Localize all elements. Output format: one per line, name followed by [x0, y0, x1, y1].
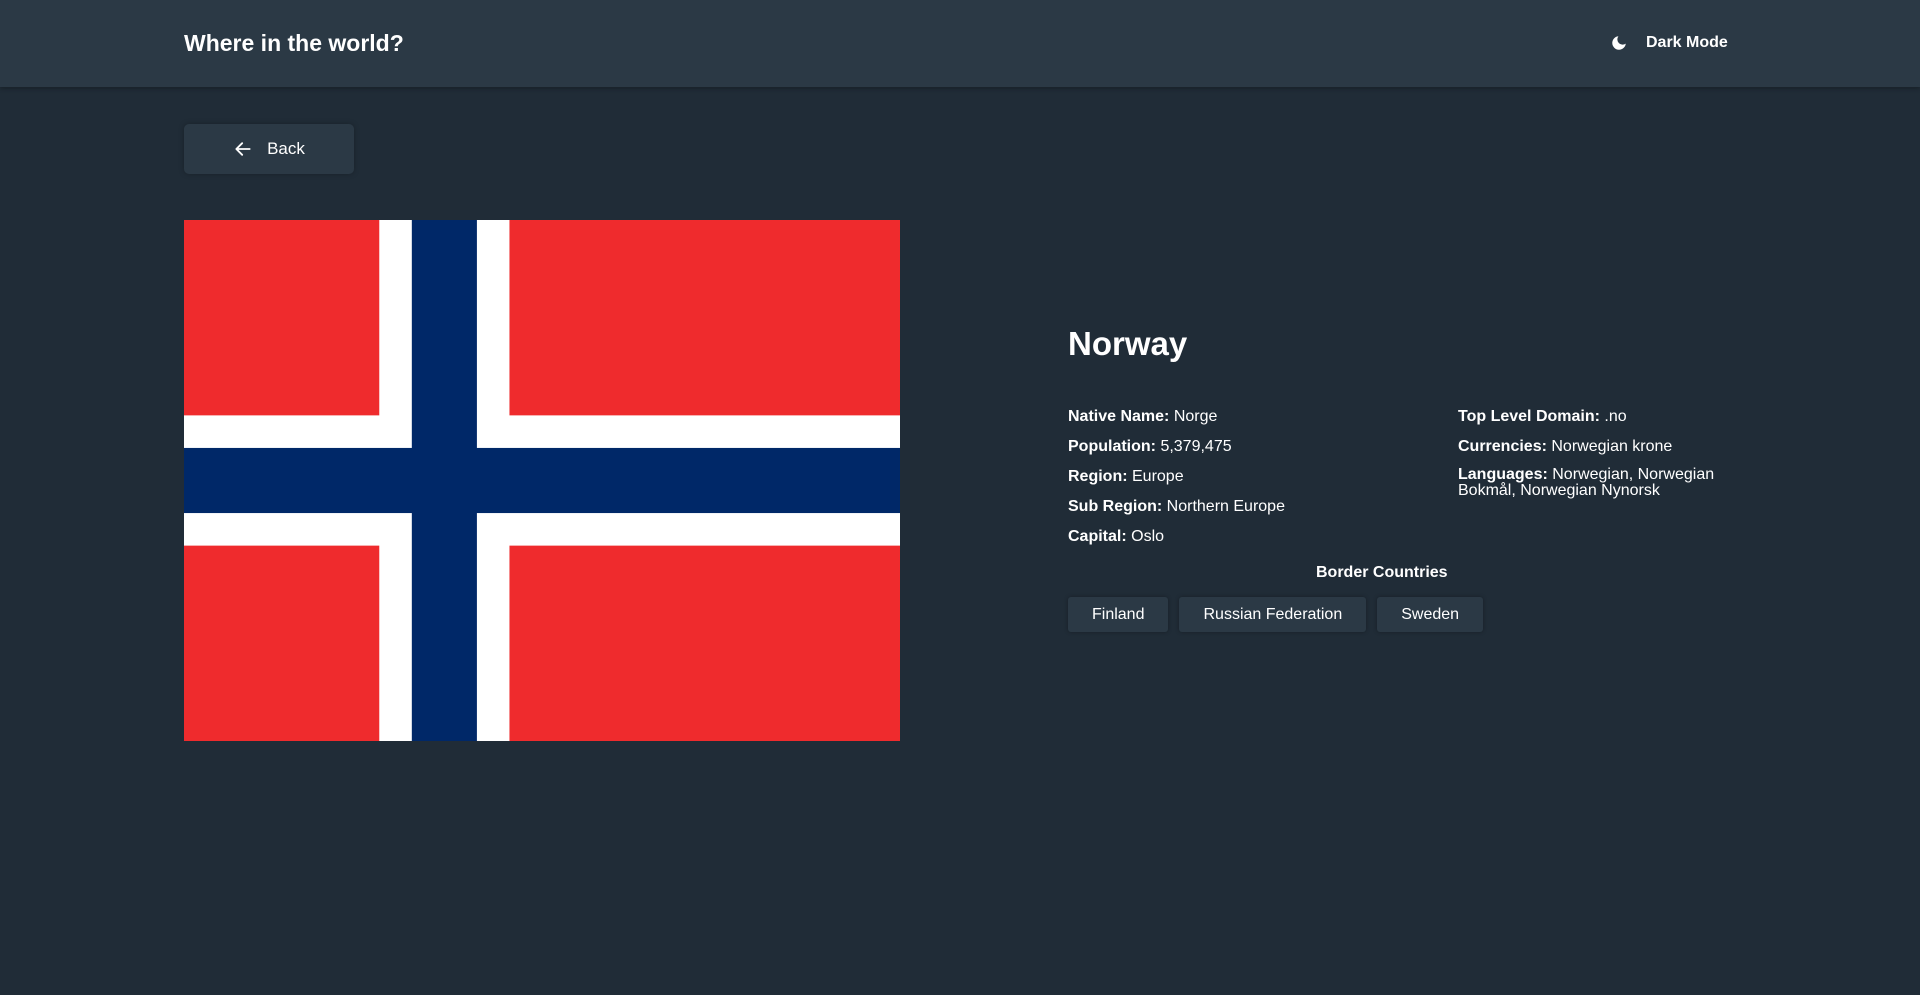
border-countries-list: Finland Russian Federation Sweden — [1068, 597, 1484, 632]
border-country-sweden[interactable]: Sweden — [1377, 597, 1484, 632]
country-name: Norway — [1068, 325, 1188, 362]
site-header: Where in the world? Dark Mode — [0, 0, 1920, 87]
arrow-left-icon — [233, 139, 253, 159]
country-flag — [184, 220, 900, 741]
country-details-primary: Native Name: Norge Population: 5,379,475… — [1068, 407, 1408, 557]
back-button[interactable]: Back — [184, 124, 354, 174]
border-countries-title: Border Countries — [1316, 564, 1448, 581]
detail-top-level-domain: Top Level Domain: .no — [1458, 408, 1627, 425]
detail-capital: Capital: Oslo — [1068, 528, 1165, 545]
detail-sub-region: Sub Region: Northern Europe — [1068, 498, 1285, 515]
moon-icon — [1610, 34, 1628, 52]
back-button-label: Back — [267, 139, 305, 158]
detail-native-name: Native Name: Norge — [1068, 408, 1218, 425]
detail-region: Region: Europe — [1068, 468, 1184, 485]
theme-toggle-label: Dark Mode — [1646, 34, 1728, 51]
country-details-secondary: Top Level Domain: .no Currencies: Norweg… — [1458, 407, 1718, 509]
detail-languages: Languages: Norwegian, Norwegian Bokmål, … — [1458, 466, 1715, 499]
flag-graphic — [184, 220, 900, 741]
detail-currencies: Currencies: Norwegian krone — [1458, 438, 1673, 455]
detail-population: Population: 5,379,475 — [1068, 438, 1232, 455]
border-country-finland[interactable]: Finland — [1068, 597, 1169, 632]
border-country-russian-federation[interactable]: Russian Federation — [1179, 597, 1367, 632]
site-title[interactable]: Where in the world? — [184, 29, 404, 57]
theme-toggle-button[interactable]: Dark Mode — [1610, 30, 1728, 56]
